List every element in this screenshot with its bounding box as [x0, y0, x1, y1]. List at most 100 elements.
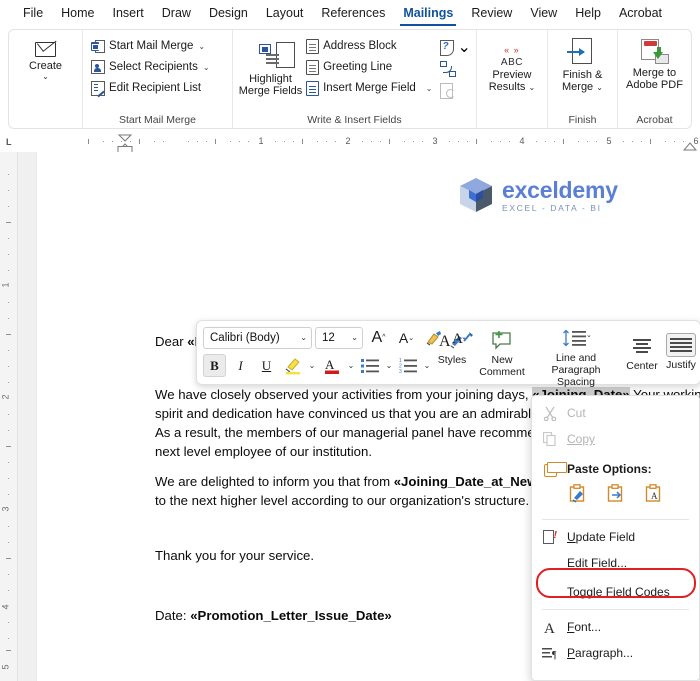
paste-keep-text-only-button[interactable]: A [644, 484, 664, 511]
mini-toolbar-row-2: B I U ⌄ A ⌄ ⌄ 1 2 3 ⌄ [203, 354, 432, 377]
grow-font-button[interactable]: A ^ [366, 326, 391, 349]
tab-mailings[interactable]: Mailings [394, 2, 462, 26]
line-spacing-label-1: Line and [555, 352, 597, 364]
bullets-button[interactable] [359, 354, 381, 377]
chevron-down-icon[interactable]: ⌄ [198, 42, 205, 51]
tab-draw[interactable]: Draw [153, 2, 200, 25]
font-icon: A [542, 619, 558, 635]
context-menu-item-copy[interactable]: Copy [532, 426, 699, 452]
tab-layout[interactable]: Layout [257, 2, 313, 25]
tab-file[interactable]: File [14, 2, 52, 25]
context-menu-item-update-field[interactable]: ! Update Field [532, 524, 699, 550]
ruler-label-2: 2 [345, 136, 351, 146]
paste-keep-source-formatting-button[interactable] [568, 484, 588, 511]
vertical-ruler[interactable]: 1 2 3 4 5 [0, 152, 18, 681]
line-and-paragraph-spacing-button[interactable]: ⌄ Line and Paragraph Spacing [530, 325, 622, 388]
create-label: Create [29, 60, 63, 72]
chevron-down-icon[interactable]: ⌄ [307, 361, 317, 370]
chevron-down-icon[interactable]: ⌄ [346, 361, 356, 370]
font-name-combo[interactable]: Calibri (Body) ⌄ [203, 326, 312, 349]
write-insert-extra-icons: ? ⌄ [436, 34, 471, 101]
line-spacing-label-2: Paragraph Spacing [551, 364, 601, 388]
preview-results-label-1: Preview [492, 69, 532, 81]
bold-button[interactable]: B [203, 354, 226, 377]
shrink-font-button[interactable]: A ⌄ [394, 326, 419, 349]
update-labels-button[interactable] [439, 81, 471, 101]
chevron-down-icon[interactable]: ⌄ [458, 37, 471, 57]
date-prefix: Date: [155, 608, 191, 623]
tab-help[interactable]: Help [566, 2, 610, 25]
doc-line-p1l4: next level employee of our institution. [155, 444, 372, 459]
mail-merge-icon [91, 39, 106, 54]
chevron-down-icon[interactable]: ⌄ [528, 83, 535, 92]
context-menu-label-font: Font... [567, 620, 602, 634]
numbering-button[interactable]: 1 2 3 [397, 354, 419, 377]
justify-align-button[interactable]: Justify [662, 325, 700, 371]
select-recipients-label: Select Recipients [109, 61, 198, 73]
finish-and-merge-button[interactable]: Finish & Merge ⌄ [553, 34, 612, 93]
address-block-button[interactable]: Address Block [303, 36, 435, 56]
text-highlight-color-button[interactable] [281, 354, 304, 377]
promotion-letter-issue-date-field[interactable]: «Promotion_Letter_Issue_Date» [190, 608, 392, 623]
format-painter-button[interactable] [422, 326, 445, 349]
chevron-down-icon[interactable]: ⌄ [426, 84, 433, 93]
doc-line-p2l1: We are delighted to inform you that from… [155, 472, 581, 491]
tab-stop-selector[interactable]: L [6, 137, 12, 147]
context-menu-label-copy: Copy [567, 432, 596, 446]
tab-view[interactable]: View [521, 2, 566, 25]
greeting-line-button[interactable]: Greeting Line [303, 57, 435, 77]
context-menu-item-paragraph[interactable]: ¶ Paragraph... [532, 640, 699, 666]
context-menu-separator-1 [542, 519, 689, 520]
tab-references[interactable]: References [312, 2, 394, 25]
preview-results-button[interactable]: « » ABC Preview Results ⌄ [482, 34, 542, 94]
merge-to-adobe-pdf-label-1: Merge to [632, 67, 677, 79]
ribbon-group-create: Create ⌄ [9, 30, 82, 128]
text-highlight-color-icon [285, 358, 300, 375]
chevron-down-icon[interactable]: ⌄ [422, 361, 432, 370]
italic-button[interactable]: I [229, 354, 252, 377]
font-size-combo[interactable]: 12 ⌄ [315, 326, 363, 349]
new-comment-button[interactable]: New Comment [474, 325, 530, 378]
chevron-down-icon[interactable]: ⌄ [596, 83, 603, 92]
match-fields-button[interactable] [439, 59, 471, 79]
svg-text:3: 3 [399, 369, 402, 374]
vruler-label-3: 3 [0, 506, 11, 512]
context-menu-item-cut[interactable]: Cut [532, 400, 699, 426]
format-painter-icon [426, 330, 441, 345]
context-menu-item-font[interactable]: A Font... [532, 614, 699, 640]
underline-button[interactable]: U [255, 354, 278, 377]
context-menu-item-toggle-field-codes[interactable]: Toggle Field Codes [532, 579, 699, 605]
rules-button[interactable]: ? ⌄ [439, 37, 471, 57]
tab-review[interactable]: Review [462, 2, 521, 25]
right-indent-marker[interactable] [682, 142, 698, 152]
vruler-label-4: 4 [0, 604, 11, 610]
chevron-down-icon[interactable]: ⌄ [384, 361, 394, 370]
text-effects-button[interactable]: A [448, 326, 478, 349]
shrink-font-label: A [398, 329, 409, 346]
edit-field-icon-placeholder [542, 555, 558, 571]
context-menu-item-edit-field[interactable]: Edit Field... [532, 550, 699, 576]
create-button[interactable]: Create ⌄ [16, 34, 76, 81]
paste-merge-formatting-button[interactable] [606, 484, 626, 511]
p2l1-prefix: We are delighted to inform you that from [155, 474, 394, 489]
tab-home[interactable]: Home [52, 2, 103, 25]
horizontal-ruler-track[interactable]: 1 2 3 4 5 6 [38, 133, 700, 152]
chevron-down-icon[interactable]: ⌄ [42, 73, 49, 81]
insert-merge-field-button[interactable]: Insert Merge Field ⌄ [303, 78, 435, 98]
merge-to-adobe-pdf-icon [639, 38, 670, 64]
highlight-merge-fields-button[interactable]: Highlight Merge Fields [238, 34, 303, 97]
chevron-down-icon[interactable]: ⌄ [351, 333, 358, 342]
merge-to-adobe-pdf-button[interactable]: Merge to Adobe PDF [623, 34, 686, 91]
tab-insert[interactable]: Insert [104, 2, 153, 25]
chevron-down-icon[interactable]: ⌄ [300, 333, 307, 342]
doc-line-date: Date: «Promotion_Letter_Issue_Date» [155, 606, 392, 625]
edit-recipient-list-button[interactable]: Edit Recipient List [88, 78, 213, 98]
center-align-button[interactable]: Center [622, 325, 662, 372]
chevron-down-icon[interactable]: ⌄ [203, 63, 210, 72]
tab-design[interactable]: Design [200, 2, 257, 25]
tab-acrobat[interactable]: Acrobat [610, 2, 671, 25]
horizontal-ruler[interactable]: L 1 2 3 4 5 6 [0, 133, 700, 153]
font-color-button[interactable]: A [320, 354, 343, 377]
select-recipients-button[interactable]: Select Recipients ⌄ [88, 57, 213, 77]
start-mail-merge-button[interactable]: Start Mail Merge ⌄ [88, 36, 213, 56]
